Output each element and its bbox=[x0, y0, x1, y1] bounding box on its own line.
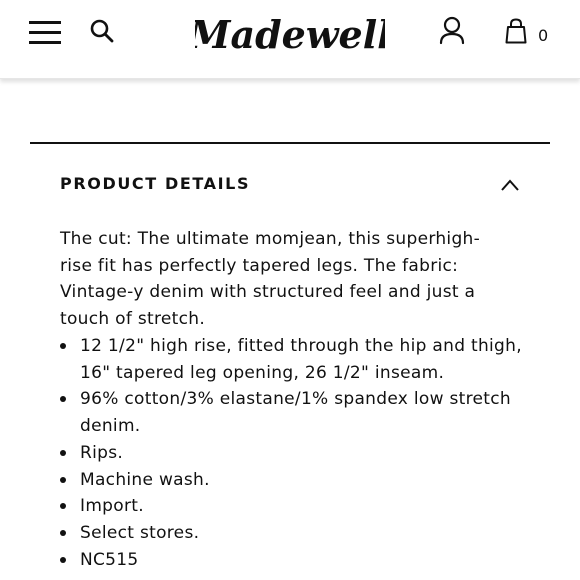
section-divider bbox=[30, 142, 550, 144]
description-line: The cut: The ultimate momjean, this supe… bbox=[60, 229, 481, 249]
feature-item: Select stores. bbox=[60, 520, 530, 547]
madewell-logo[interactable]: Madewell bbox=[195, 8, 385, 64]
search-icon[interactable] bbox=[89, 18, 115, 44]
bag-item-count: 0 bbox=[538, 26, 549, 45]
site-header: Madewell 0 bbox=[0, 0, 580, 79]
feature-item: 96% cotton/3% elastane/1% spandex low st… bbox=[60, 386, 530, 439]
user-icon[interactable] bbox=[438, 16, 466, 46]
chevron-up-icon[interactable] bbox=[500, 178, 520, 192]
feature-item: Machine wash. bbox=[60, 467, 530, 494]
logo-text: Madewell bbox=[195, 12, 385, 57]
hamburger-menu-icon[interactable] bbox=[29, 18, 61, 46]
product-description: The cut: The ultimate momjean, this supe… bbox=[60, 226, 510, 333]
product-details-heading[interactable]: PRODUCT DETAILS bbox=[60, 174, 250, 194]
product-features-list: 12 1/2" high rise, fitted through the hi… bbox=[60, 333, 530, 573]
description-line: Vintage-y denim with structured feel and… bbox=[60, 282, 476, 303]
feature-item: NC515 bbox=[60, 547, 530, 574]
feature-item: 12 1/2" high rise, fitted through the hi… bbox=[60, 333, 530, 386]
description-line: rise fit has perfectly tapered legs. The… bbox=[60, 255, 459, 276]
description-line: touch of stretch. bbox=[60, 309, 206, 330]
shopping-bag-icon bbox=[505, 18, 527, 44]
shopping-bag-button[interactable]: 0 bbox=[505, 18, 553, 48]
feature-item: Import. bbox=[60, 493, 530, 520]
feature-item: Rips. bbox=[60, 440, 530, 467]
